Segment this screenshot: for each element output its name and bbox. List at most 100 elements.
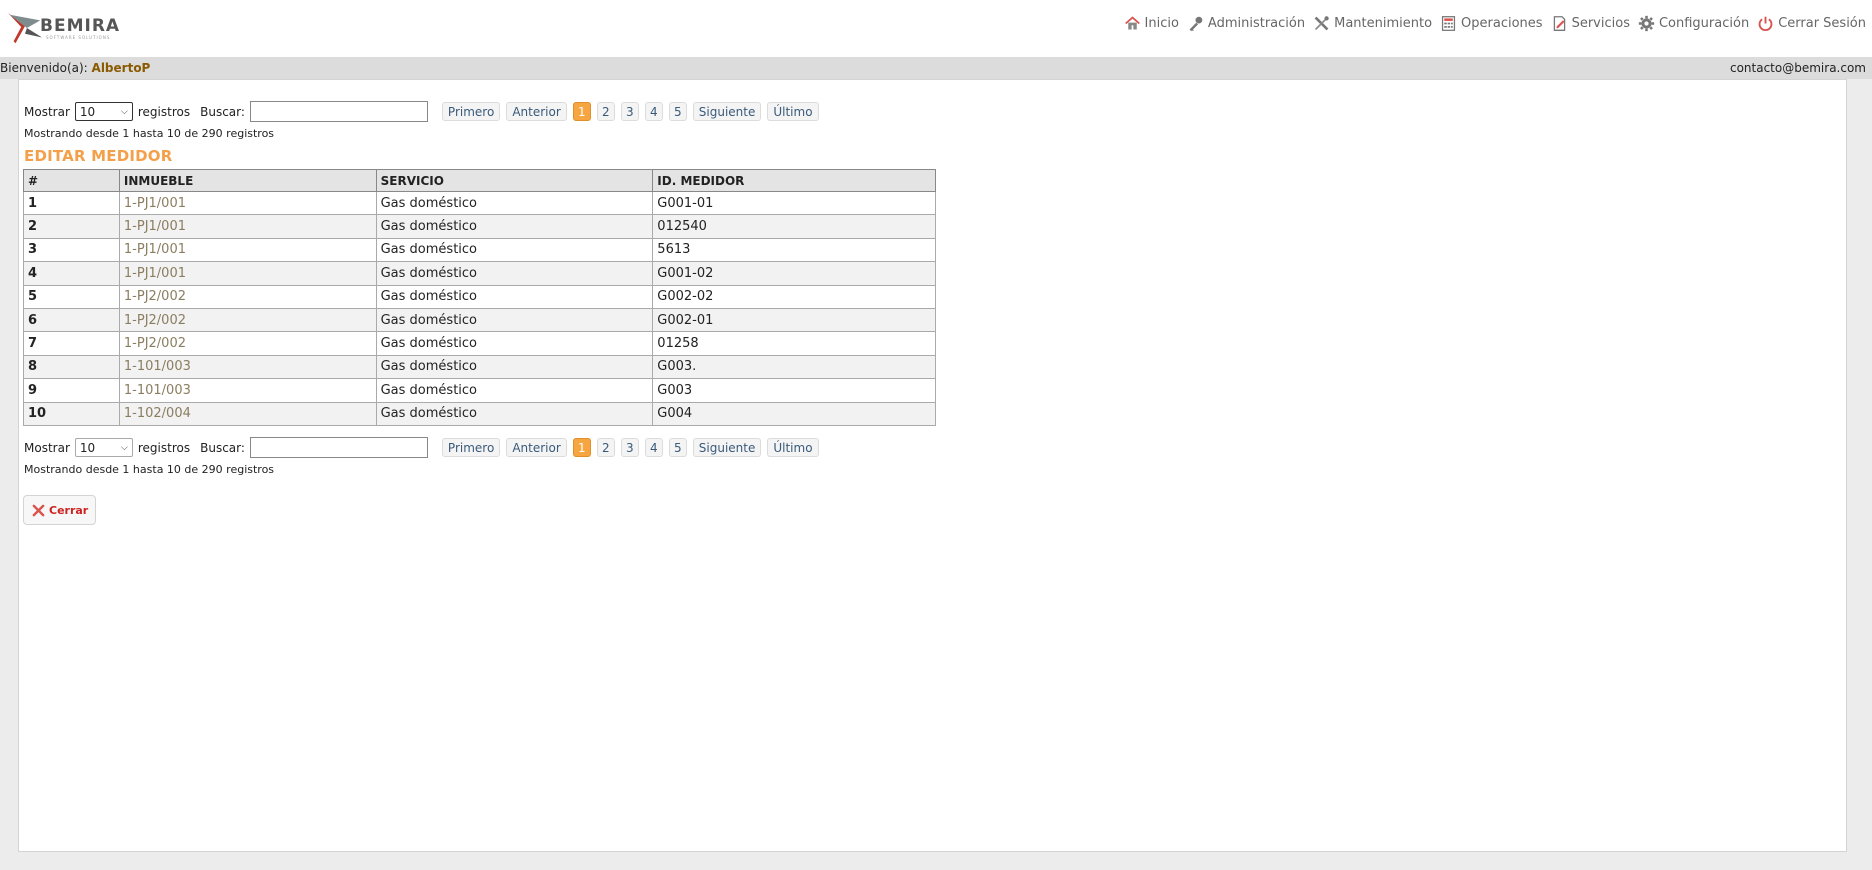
table-row[interactable]: 10 1-102/004 Gas doméstico G004 [23, 401, 936, 426]
edit-document-icon [1553, 16, 1565, 31]
inmueble-link[interactable]: 1-102/004 [118, 401, 377, 426]
table-row[interactable]: 4 1-PJ1/001 Gas doméstico G001-02 [23, 261, 936, 286]
page-size-value: 10 [79, 104, 96, 119]
servicio-cell: Gas doméstico [375, 378, 654, 403]
inmueble-link[interactable]: 1-PJ1/001 [118, 261, 377, 286]
servicio-cell: Gas doméstico [375, 401, 654, 426]
medidor-cell: G004 [652, 401, 936, 426]
nav-inicio[interactable]: Inicio [1124, 15, 1179, 32]
inmueble-link[interactable]: 1-PJ2/002 [118, 331, 377, 356]
nav-label: Configuración [1658, 16, 1750, 31]
nav-label: Administración [1207, 16, 1306, 31]
bemira-logo[interactable]: BEMIRA SOFTWARE SOLUTIONS [6, 6, 134, 50]
inmueble-link[interactable]: 1-101/003 [118, 378, 377, 403]
table-row[interactable]: 8 1-101/003 Gas doméstico G003. [23, 354, 936, 380]
search-label: Buscar: [200, 440, 245, 455]
page-size-value: 10 [79, 440, 96, 455]
records-label: registros [137, 440, 191, 455]
next-page-button[interactable]: Siguiente [692, 102, 762, 121]
page-button-2[interactable]: 2 [596, 102, 615, 121]
inmueble-link[interactable]: 1-PJ1/001 [118, 190, 377, 216]
logo-subtext: SOFTWARE SOLUTIONS [46, 35, 111, 40]
nav-configuracion[interactable]: Configuración [1638, 15, 1749, 32]
previous-page-button[interactable]: Anterior [506, 102, 567, 121]
inmueble-link[interactable]: 1-101/003 [118, 354, 377, 380]
close-icon [32, 504, 45, 516]
nav-label: Operaciones [1461, 16, 1543, 31]
column-header[interactable]: ID. MEDIDOR [652, 169, 936, 192]
inmueble-link[interactable]: 1-PJ2/002 [118, 284, 377, 309]
table-row[interactable]: 7 1-PJ2/002 Gas doméstico 01258 [23, 331, 936, 356]
nav-mantenimiento[interactable]: Mantenimiento [1313, 15, 1432, 32]
row-number: 4 [23, 261, 120, 286]
welcome-bar: Bienvenido(a): AlbertoP contacto@bemira.… [0, 57, 1872, 79]
page-button-2[interactable]: 2 [596, 438, 615, 457]
servicio-cell: Gas doméstico [375, 261, 654, 286]
page-button-1[interactable]: 1 [572, 438, 591, 457]
page-size-select[interactable]: 10 ⌵ [74, 102, 133, 121]
medidor-cell: G001-02 [652, 261, 936, 286]
header: BEMIRA SOFTWARE SOLUTIONS Inicio Adminis… [0, 0, 1872, 57]
nav-servicios[interactable]: Servicios [1551, 15, 1630, 32]
table-header-row: # INMUEBLE SERVICIO ID. MEDIDOR [23, 169, 936, 192]
inmueble-link[interactable]: 1-PJ1/001 [118, 237, 377, 263]
nav-administracion[interactable]: Administración [1187, 15, 1305, 32]
meters-table: # INMUEBLE SERVICIO ID. MEDIDOR 1 1-PJ1/… [23, 169, 936, 426]
column-header[interactable]: # [23, 169, 120, 192]
row-number: 5 [23, 284, 120, 309]
table-row[interactable]: 6 1-PJ2/002 Gas doméstico G002-01 [23, 307, 936, 333]
row-number: 9 [23, 378, 120, 403]
inmueble-link[interactable]: 1-PJ1/001 [118, 214, 377, 239]
page-button-1[interactable]: 1 [572, 102, 591, 121]
row-number: 7 [23, 331, 120, 356]
page-button-3[interactable]: 3 [620, 102, 639, 121]
records-info: Mostrando desde 1 hasta 10 de 290 regist… [24, 463, 275, 476]
first-page-button[interactable]: Primero [441, 102, 501, 121]
first-page-button[interactable]: Primero [441, 438, 501, 457]
top-navigation: Inicio Administración Mantenimiento Oper… [1124, 15, 1866, 32]
page-button-5[interactable]: 5 [668, 438, 687, 457]
page-button-5[interactable]: 5 [668, 102, 687, 121]
page-title: EDITAR MEDIDOR [24, 147, 173, 165]
gear-icon [1638, 15, 1655, 32]
last-page-button[interactable]: Último [767, 102, 819, 121]
search-label: Buscar: [200, 104, 245, 119]
table-row[interactable]: 1 1-PJ1/001 Gas doméstico G001-01 [23, 190, 936, 216]
nav-cerrar-sesion[interactable]: Cerrar Sesión [1757, 15, 1866, 32]
welcome-text: Bienvenido(a): AlbertoP [0, 61, 150, 75]
medidor-cell: 01258 [652, 331, 936, 356]
servicio-cell: Gas doméstico [375, 284, 654, 309]
nav-operaciones[interactable]: Operaciones [1440, 15, 1543, 32]
column-header[interactable]: SERVICIO [375, 169, 654, 192]
table-row[interactable]: 9 1-101/003 Gas doméstico G003 [23, 378, 936, 403]
table-row[interactable]: 2 1-PJ1/001 Gas doméstico 012540 [23, 214, 936, 239]
nav-label: Inicio [1144, 16, 1179, 31]
search-input[interactable] [249, 437, 428, 458]
table-row[interactable]: 3 1-PJ1/001 Gas doméstico 5613 [23, 237, 936, 263]
column-header[interactable]: INMUEBLE [118, 169, 377, 192]
tools-icon [1314, 16, 1329, 31]
welcome-prefix: Bienvenido(a): [0, 61, 88, 75]
nav-label: Servicios [1571, 16, 1630, 31]
page-button-3[interactable]: 3 [620, 438, 639, 457]
inmueble-link[interactable]: 1-PJ2/002 [118, 307, 377, 333]
close-button[interactable]: Cerrar [23, 495, 96, 525]
last-page-button[interactable]: Último [767, 438, 819, 457]
chevron-down-icon: ⌵ [121, 106, 128, 117]
logo-text: BEMIRA [40, 16, 121, 36]
next-page-button[interactable]: Siguiente [692, 438, 762, 457]
servicio-cell: Gas doméstico [375, 331, 654, 356]
close-button-label: Cerrar [49, 503, 89, 517]
table-controls-bottom: Mostrar 10 ⌵ registros Buscar: Primero A… [24, 437, 819, 458]
key-icon [1189, 16, 1203, 32]
table-row[interactable]: 5 1-PJ2/002 Gas doméstico G002-02 [23, 284, 936, 309]
previous-page-button[interactable]: Anterior [506, 438, 567, 457]
page-size-select[interactable]: 10 ⌵ [74, 438, 133, 457]
medidor-cell: G003 [652, 378, 936, 403]
medidor-cell: 5613 [652, 237, 936, 263]
page-button-4[interactable]: 4 [644, 438, 663, 457]
page-button-4[interactable]: 4 [644, 102, 663, 121]
table-controls-top: Mostrar 10 ⌵ registros Buscar: Primero A… [24, 101, 819, 122]
nav-label: Mantenimiento [1334, 16, 1433, 31]
search-input[interactable] [249, 101, 428, 122]
